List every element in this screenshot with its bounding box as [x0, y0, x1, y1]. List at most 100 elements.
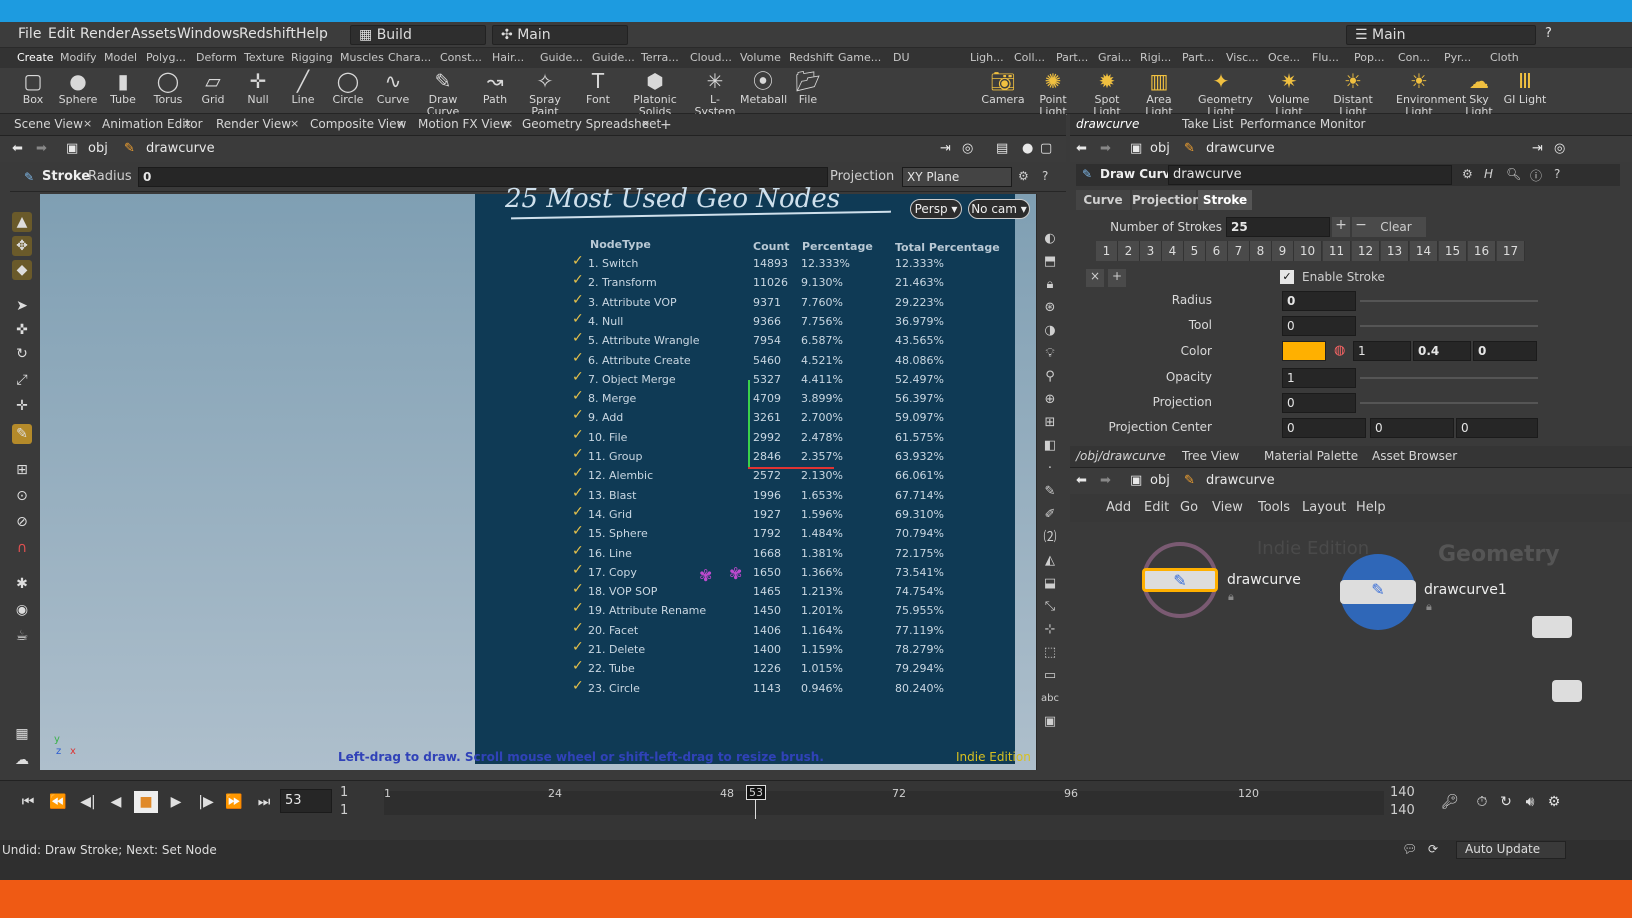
display-tool-14-icon[interactable]: ◭ — [1041, 552, 1059, 570]
forward-arrow-icon[interactable]: ➡ — [36, 141, 47, 156]
stroke-tab-14[interactable]: 14 — [1410, 241, 1438, 261]
projection-select[interactable]: XY Plane — [902, 167, 1012, 187]
projection-slider[interactable] — [1360, 402, 1538, 404]
key-icon[interactable]: 🔑︎ — [1438, 791, 1462, 813]
network-menu-0[interactable]: Add — [1106, 500, 1131, 515]
stroke-tab-6[interactable]: 6 — [1206, 241, 1228, 261]
shelf-tab-right-4[interactable]: Rigi... — [1140, 51, 1171, 64]
net-forward-arrow-icon[interactable]: ➡ — [1100, 473, 1111, 488]
go-start-icon[interactable]: ⏮ — [16, 791, 40, 813]
pin-icon[interactable]: ⇥ — [940, 141, 951, 156]
camera-menu[interactable]: No cam ▾ — [968, 199, 1030, 219]
shelf-light-tool-3[interactable]: ▥ Area Light — [1136, 68, 1182, 118]
play-icon[interactable]: ▶ — [164, 791, 188, 813]
parm-back-arrow-icon[interactable]: ⬅ — [1076, 141, 1087, 156]
tool-parm-field[interactable]: 0 — [1282, 316, 1356, 336]
stroke-tab-2[interactable]: 2 — [1118, 241, 1140, 261]
view-icon[interactable]: ◉ — [12, 600, 32, 620]
display-tool-12-icon[interactable]: ✐ — [1041, 506, 1059, 524]
h-icon[interactable]: H — [1484, 167, 1493, 181]
projection-center-y[interactable]: 0 — [1370, 418, 1454, 438]
color-swatch[interactable] — [1282, 341, 1326, 361]
back-arrow-icon[interactable]: ⬅ — [12, 141, 23, 156]
net-breadcrumb-node[interactable]: drawcurve — [1206, 473, 1275, 488]
close-tab-0-icon[interactable]: × — [83, 117, 92, 130]
handle-icon[interactable]: ✛ — [12, 396, 32, 416]
shelf-tab-14[interactable]: Cloud... — [690, 51, 732, 64]
shelf-tab-16[interactable]: Redshift — [789, 51, 834, 64]
network-tab-0[interactable]: /obj/drawcurve — [1076, 449, 1166, 463]
playhead-marker[interactable]: 53 — [746, 785, 766, 800]
stroke-tab-1[interactable]: 1 — [1096, 241, 1118, 261]
stroke-tab-13[interactable]: 13 — [1381, 241, 1409, 261]
range-start[interactable]: 1 — [340, 785, 348, 800]
network-menu-1[interactable]: Edit — [1144, 500, 1169, 515]
shelf-light-tool-0[interactable]: 📷︎ Camera — [980, 68, 1026, 106]
net-breadcrumb-obj[interactable]: obj — [1150, 473, 1170, 488]
shelf-tab-3[interactable]: Polyg... — [146, 51, 186, 64]
network-menu-3[interactable]: View — [1212, 500, 1243, 515]
enable-stroke-checkbox[interactable]: ✓ — [1280, 270, 1294, 284]
menu-edit[interactable]: Edit — [48, 26, 75, 42]
radius-parm-field[interactable]: 0 — [1282, 291, 1356, 311]
opacity-parm-field[interactable]: 1 — [1282, 368, 1356, 388]
partial-node-1[interactable] — [1532, 616, 1572, 638]
shelf-light-tool-5[interactable]: ✷ Volume Light — [1266, 68, 1312, 118]
opacity-slider[interactable] — [1360, 377, 1538, 379]
auto-update-select[interactable]: Auto Update — [1456, 841, 1566, 859]
display-tool-18-icon[interactable]: ⬚ — [1041, 644, 1059, 662]
stroke-tab-5[interactable]: 5 — [1184, 241, 1206, 261]
shelf-tab-right-11[interactable]: Pyr... — [1444, 51, 1471, 64]
shelf-light-tool-9[interactable]: Ⅲ GI Light — [1502, 68, 1548, 106]
shelf-tab-13[interactable]: Terra... — [641, 51, 679, 64]
shelf-tab-8[interactable]: Chara... — [388, 51, 431, 64]
select-arrow-icon[interactable]: ▲ — [12, 212, 32, 232]
magnet-icon[interactable]: ∩ — [12, 538, 32, 558]
shelf-tab-18[interactable]: DU — [893, 51, 910, 64]
close-tab-1-icon[interactable]: × — [183, 117, 192, 130]
shelf-tab-right-9[interactable]: Pop... — [1354, 51, 1384, 64]
shelf-tab-4[interactable]: Deform — [196, 51, 237, 64]
network-tab-3[interactable]: Asset Browser — [1372, 449, 1457, 463]
right-pane-tab-1[interactable]: Take List — [1182, 117, 1233, 131]
shelf-light-tool-4[interactable]: ✦ Geometry Light — [1198, 68, 1253, 118]
shelf-tool-6[interactable]: ╱ Line — [280, 68, 326, 106]
settings-icon[interactable]: ⚙ — [1542, 791, 1566, 813]
shelf-tab-right-5[interactable]: Part... — [1182, 51, 1214, 64]
shelf-light-tool-2[interactable]: ✹ Spot Light — [1084, 68, 1130, 118]
display-tool-17-icon[interactable]: ⊹ — [1041, 621, 1059, 639]
stroke-tab-4[interactable]: 4 — [1162, 241, 1184, 261]
shelf-light-tool-6[interactable]: ☀ Distant Light — [1330, 68, 1376, 118]
parm-breadcrumb-node[interactable]: drawcurve — [1206, 141, 1275, 156]
color-wheel-icon[interactable]: ◍ — [1334, 343, 1345, 358]
gear-icon[interactable]: ⚙ — [1462, 167, 1473, 181]
close-tab-5-icon[interactable]: × — [641, 117, 650, 130]
desktop-right-select[interactable]: ☰ Main — [1346, 25, 1536, 45]
display-tool-2-icon[interactable]: 🔒︎ — [1041, 276, 1059, 294]
drawcurve-node[interactable]: ✎ — [1142, 568, 1218, 592]
tab-projection[interactable]: Projection — [1132, 190, 1201, 210]
right-pane-tab-0[interactable]: drawcurve — [1076, 117, 1139, 131]
color-g-field[interactable]: 1 — [1353, 341, 1411, 361]
breadcrumb-obj[interactable]: obj — [88, 141, 108, 156]
network-menu-2[interactable]: Go — [1180, 500, 1198, 515]
realtime-icon[interactable]: ⏱ — [1470, 791, 1494, 813]
shelf-tool-9[interactable]: ✎ Draw Curve — [420, 68, 466, 118]
loop-icon[interactable]: ↻ — [1494, 791, 1518, 813]
shelf-tab-9[interactable]: Const... — [440, 51, 482, 64]
shelf-tab-right-10[interactable]: Con... — [1398, 51, 1430, 64]
insert-multiparm-button[interactable]: + — [1108, 269, 1126, 287]
shelf-tool-2[interactable]: ▮ Tube — [100, 68, 146, 106]
stroke-help-icon[interactable]: ? — [1042, 169, 1048, 183]
shelf-tab-0[interactable]: Create — [17, 51, 54, 64]
display-tool-15-icon[interactable]: ⬓ — [1041, 575, 1059, 593]
display-tool-13-icon[interactable]: ⑵ — [1041, 529, 1059, 547]
range-end[interactable]: 140 — [1390, 785, 1415, 800]
color-a-field[interactable]: 0 — [1473, 341, 1537, 361]
radius-slider[interactable] — [1360, 300, 1538, 302]
prev-key-icon[interactable]: ⏪ — [46, 791, 70, 813]
display-tool-21-icon[interactable]: ▣ — [1041, 713, 1059, 731]
shelf-tool-16[interactable]: 📂︎ File — [785, 68, 831, 106]
go-end-icon[interactable]: ⏭ — [252, 791, 276, 813]
shelf-tool-11[interactable]: ✧ Spray Paint — [522, 68, 568, 118]
